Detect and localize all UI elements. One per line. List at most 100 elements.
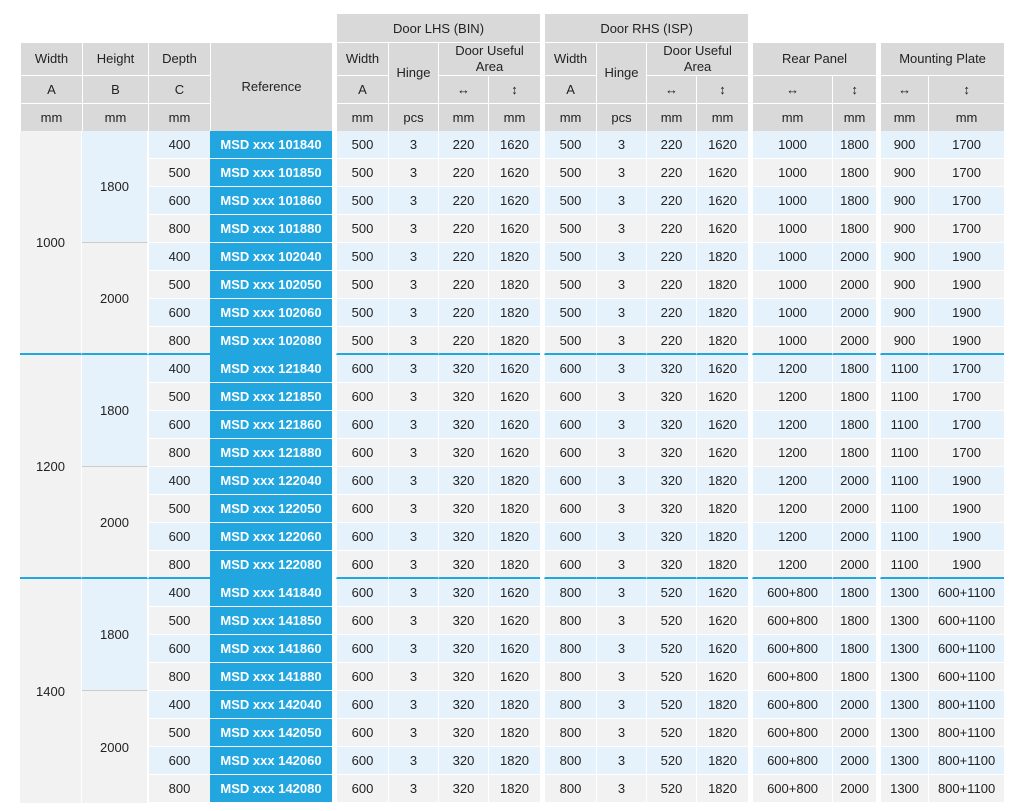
rhs-width-value: 800 <box>544 635 597 663</box>
rhs-width-value: 500 <box>544 243 597 271</box>
width-value: 1000 <box>20 131 82 355</box>
rhs-width-value: 500 <box>544 159 597 187</box>
table-row: 600 MSD xxx 121860 600 3 320 1620 600 3 320 1620 1… <box>20 411 1005 439</box>
lhs-useful-width-value: 220 <box>438 187 488 215</box>
lhs-width-value: 600 <box>336 383 388 411</box>
rhs-hinge-value: 3 <box>596 215 647 243</box>
rear-panel-height-value: 2000 <box>832 467 877 495</box>
rear-panel-height-value: 2000 <box>832 551 877 579</box>
height-value: 1800 <box>82 579 148 691</box>
rhs-useful-height-value: 1620 <box>696 187 749 215</box>
depth-value: 800 <box>148 775 210 803</box>
mounting-plate-width-value: 1100 <box>880 439 929 467</box>
rhs-useful-height-value: 1620 <box>696 663 749 691</box>
table-row: 800 MSD xxx 102080 500 3 220 1820 500 3 220 1820 1… <box>20 327 1005 355</box>
lhs-useful-width-value: 320 <box>438 691 488 719</box>
unit-label: mm <box>646 103 697 131</box>
rear-panel-width-value: 600+800 <box>752 747 833 775</box>
unit-label: mm <box>82 103 148 131</box>
rear-panel-width-value: 600+800 <box>752 719 833 747</box>
rhs-useful-height-value: 1620 <box>696 383 749 411</box>
rhs-useful-height-value: 1820 <box>696 467 749 495</box>
rhs-hinge-value: 3 <box>596 271 647 299</box>
rhs-useful-width-value: 320 <box>646 355 697 383</box>
vertical-arrow-icon: ↕ <box>832 75 877 103</box>
lhs-width-value: 600 <box>336 467 388 495</box>
spec-table: Door LHS (BIN) Door RHS (ISP) Width Heig… <box>20 14 1005 803</box>
rear-panel-width-value: 1200 <box>752 383 833 411</box>
rear-panel-height-value: 2000 <box>832 299 877 327</box>
lhs-width-value: 600 <box>336 663 388 691</box>
rear-panel-height-value: 1800 <box>832 579 877 607</box>
mounting-plate-height-value: 1700 <box>928 187 1005 215</box>
lhs-hinge-value: 3 <box>388 187 438 215</box>
lhs-useful-width-value: 320 <box>438 495 488 523</box>
rhs-useful-height-value: 1820 <box>696 271 749 299</box>
rear-panel-height-value: 1800 <box>832 355 877 383</box>
reference-code: MSD xxx 122040 <box>210 467 332 495</box>
depth-value: 400 <box>148 579 210 607</box>
lhs-useful-height-value: 1620 <box>488 663 541 691</box>
rear-panel-height-value: 1800 <box>832 131 877 159</box>
rear-panel-height-value: 1800 <box>832 159 877 187</box>
rhs-useful-height-value: 1620 <box>696 607 749 635</box>
width-symbol: A <box>20 75 82 103</box>
rhs-hinge-value: 3 <box>596 383 647 411</box>
reference-code: MSD xxx 141850 <box>210 607 332 635</box>
rhs-useful-height-value: 1820 <box>696 327 749 355</box>
rhs-width-value: 500 <box>544 187 597 215</box>
rear-panel-width-value: 1000 <box>752 131 833 159</box>
mounting-plate-height-value: 1700 <box>928 355 1005 383</box>
rhs-width-value: 500 <box>544 299 597 327</box>
lhs-useful-height-value: 1620 <box>488 383 541 411</box>
lhs-hinge-value: 3 <box>388 299 438 327</box>
unit-label: mm <box>752 103 833 131</box>
mounting-plate-height-value: 800+1100 <box>928 719 1005 747</box>
lhs-hinge-value: 3 <box>388 243 438 271</box>
vertical-arrow-icon: ↕ <box>696 75 749 103</box>
lhs-hinge-value: 3 <box>388 523 438 551</box>
rhs-useful-width-value: 520 <box>646 635 697 663</box>
unit-label: mm <box>20 103 82 131</box>
rhs-width-value: 600 <box>544 383 597 411</box>
lhs-useful-width-value: 320 <box>438 635 488 663</box>
table-row: 800 MSD xxx 121880 600 3 320 1620 600 3 320 1620 1… <box>20 439 1005 467</box>
lhs-useful-width-value: 220 <box>438 159 488 187</box>
unit-row: mm mm mm mm pcs mm mm mm pcs mm mm mm mm… <box>20 103 1005 131</box>
rhs-hinge-value: 3 <box>596 635 647 663</box>
lhs-useful-height-value: 1820 <box>488 551 541 579</box>
rear-panel-height-value: 1800 <box>832 411 877 439</box>
depth-value: 800 <box>148 215 210 243</box>
unit-label: pcs <box>388 103 438 131</box>
mounting-plate-width-value: 1300 <box>880 691 929 719</box>
lhs-useful-height-value: 1620 <box>488 635 541 663</box>
rear-panel-header: Rear Panel <box>752 42 877 75</box>
lhs-useful-height-value: 1620 <box>488 607 541 635</box>
rhs-useful-area-header: Door Useful Area <box>646 42 749 75</box>
rear-panel-width-value: 600+800 <box>752 635 833 663</box>
lhs-useful-height-value: 1820 <box>488 467 541 495</box>
rear-panel-width-value: 1200 <box>752 467 833 495</box>
width-value: 1400 <box>20 579 82 803</box>
rhs-hinge-value: 3 <box>596 663 647 691</box>
rear-panel-height-value: 2000 <box>832 243 877 271</box>
lhs-hinge-value: 3 <box>388 467 438 495</box>
mounting-plate-width-value: 1300 <box>880 775 929 803</box>
lhs-width-value: 600 <box>336 411 388 439</box>
rhs-useful-width-value: 320 <box>646 523 697 551</box>
rear-panel-width-value: 600+800 <box>752 607 833 635</box>
table-row: 600 MSD xxx 142060 600 3 320 1820 800 3 520 1820 6… <box>20 747 1005 775</box>
mounting-plate-height-value: 1700 <box>928 383 1005 411</box>
rhs-width-value: 600 <box>544 495 597 523</box>
rhs-hinge-header: Hinge <box>596 42 647 103</box>
depth-value: 400 <box>148 691 210 719</box>
rhs-useful-height-value: 1820 <box>696 495 749 523</box>
mounting-plate-width-value: 900 <box>880 327 929 355</box>
table-row: 500 MSD xxx 122050 600 3 320 1820 600 3 320 1820 1… <box>20 495 1005 523</box>
depth-value: 500 <box>148 271 210 299</box>
height-value: 2000 <box>82 243 148 355</box>
lhs-width-value: 600 <box>336 775 388 803</box>
rhs-width-value: 500 <box>544 131 597 159</box>
lhs-useful-width-value: 320 <box>438 411 488 439</box>
depth-value: 600 <box>148 187 210 215</box>
